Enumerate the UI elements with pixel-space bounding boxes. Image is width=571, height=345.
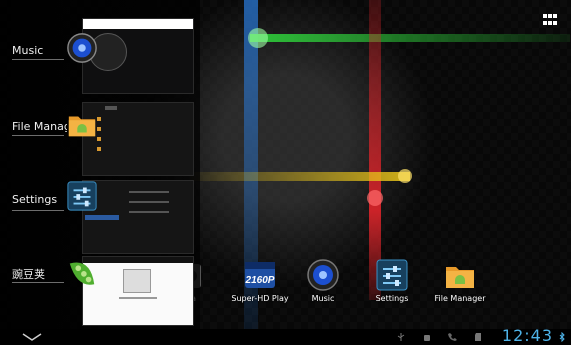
- sd-card-icon: [475, 333, 481, 341]
- recent-app-file-manager[interactable]: File Manag: [0, 98, 200, 176]
- recent-thumbnail: [82, 256, 194, 326]
- recent-app-label: 豌豆荚: [12, 268, 45, 281]
- recent-thumbnail: [82, 180, 194, 254]
- recent-app-wandoujia[interactable]: 豌豆荚: [0, 252, 200, 330]
- android-debug-icon: [424, 335, 430, 341]
- music-speaker-icon: [67, 33, 97, 63]
- back-chevron-icon[interactable]: [22, 332, 42, 342]
- phone-icon: [448, 333, 457, 341]
- file-manager-folder-icon: [68, 116, 96, 137]
- divider: [12, 59, 64, 60]
- all-apps-grid-icon[interactable]: [543, 14, 557, 26]
- usb-icon: [397, 333, 405, 341]
- recent-app-label: File Manag: [12, 120, 67, 133]
- dock-label: Music: [311, 294, 335, 303]
- status-clock: 12:43: [501, 326, 553, 345]
- home-dock: ra 2160P Super-HD Play Music Settings: [180, 258, 500, 308]
- recent-apps-panel: Music File Manag Settings 豌豆荚: [0, 0, 200, 330]
- super-hd-badge: 2160P: [245, 275, 275, 286]
- dock-item-file-manager[interactable]: File Manager: [420, 258, 500, 303]
- recent-app-label: Settings: [12, 193, 58, 206]
- recent-thumbnail: [82, 18, 194, 94]
- settings-sliders-icon: [376, 259, 408, 291]
- divider: [12, 282, 64, 283]
- recent-app-label: Music: [12, 44, 44, 57]
- divider: [12, 210, 64, 211]
- divider: [12, 135, 64, 136]
- super-hd-player-icon: 2160P: [245, 262, 275, 288]
- file-manager-folder-icon: [446, 267, 474, 288]
- recent-app-music[interactable]: Music: [0, 18, 200, 96]
- dock-item-music[interactable]: Music: [283, 258, 363, 303]
- bluetooth-icon: [559, 332, 565, 342]
- wandoujia-pea-icon: [69, 262, 95, 285]
- dock-label: File Manager: [434, 294, 486, 303]
- system-bar: 12:43: [0, 326, 571, 345]
- music-speaker-icon: [307, 259, 339, 291]
- recent-thumbnail: [82, 102, 194, 176]
- settings-sliders-icon: [67, 181, 97, 211]
- recent-app-settings[interactable]: Settings: [0, 178, 200, 256]
